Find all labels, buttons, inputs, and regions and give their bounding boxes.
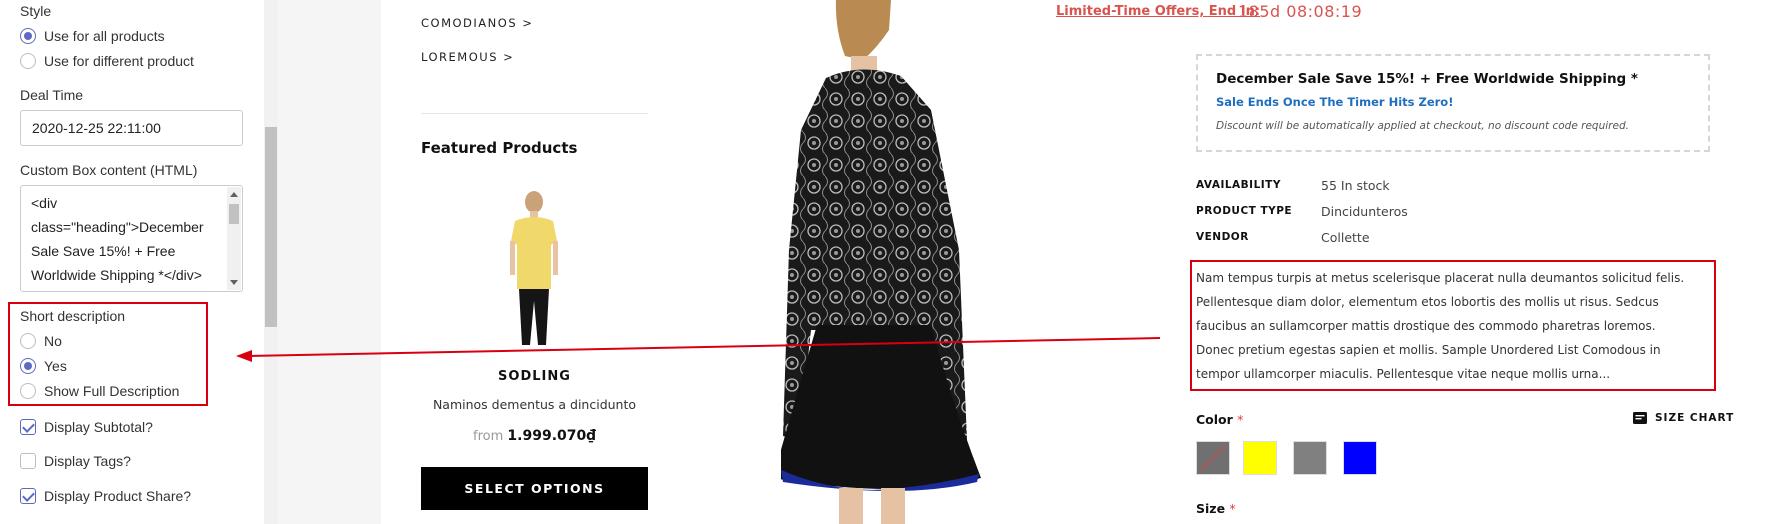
annotation-arrow	[236, 337, 1161, 362]
